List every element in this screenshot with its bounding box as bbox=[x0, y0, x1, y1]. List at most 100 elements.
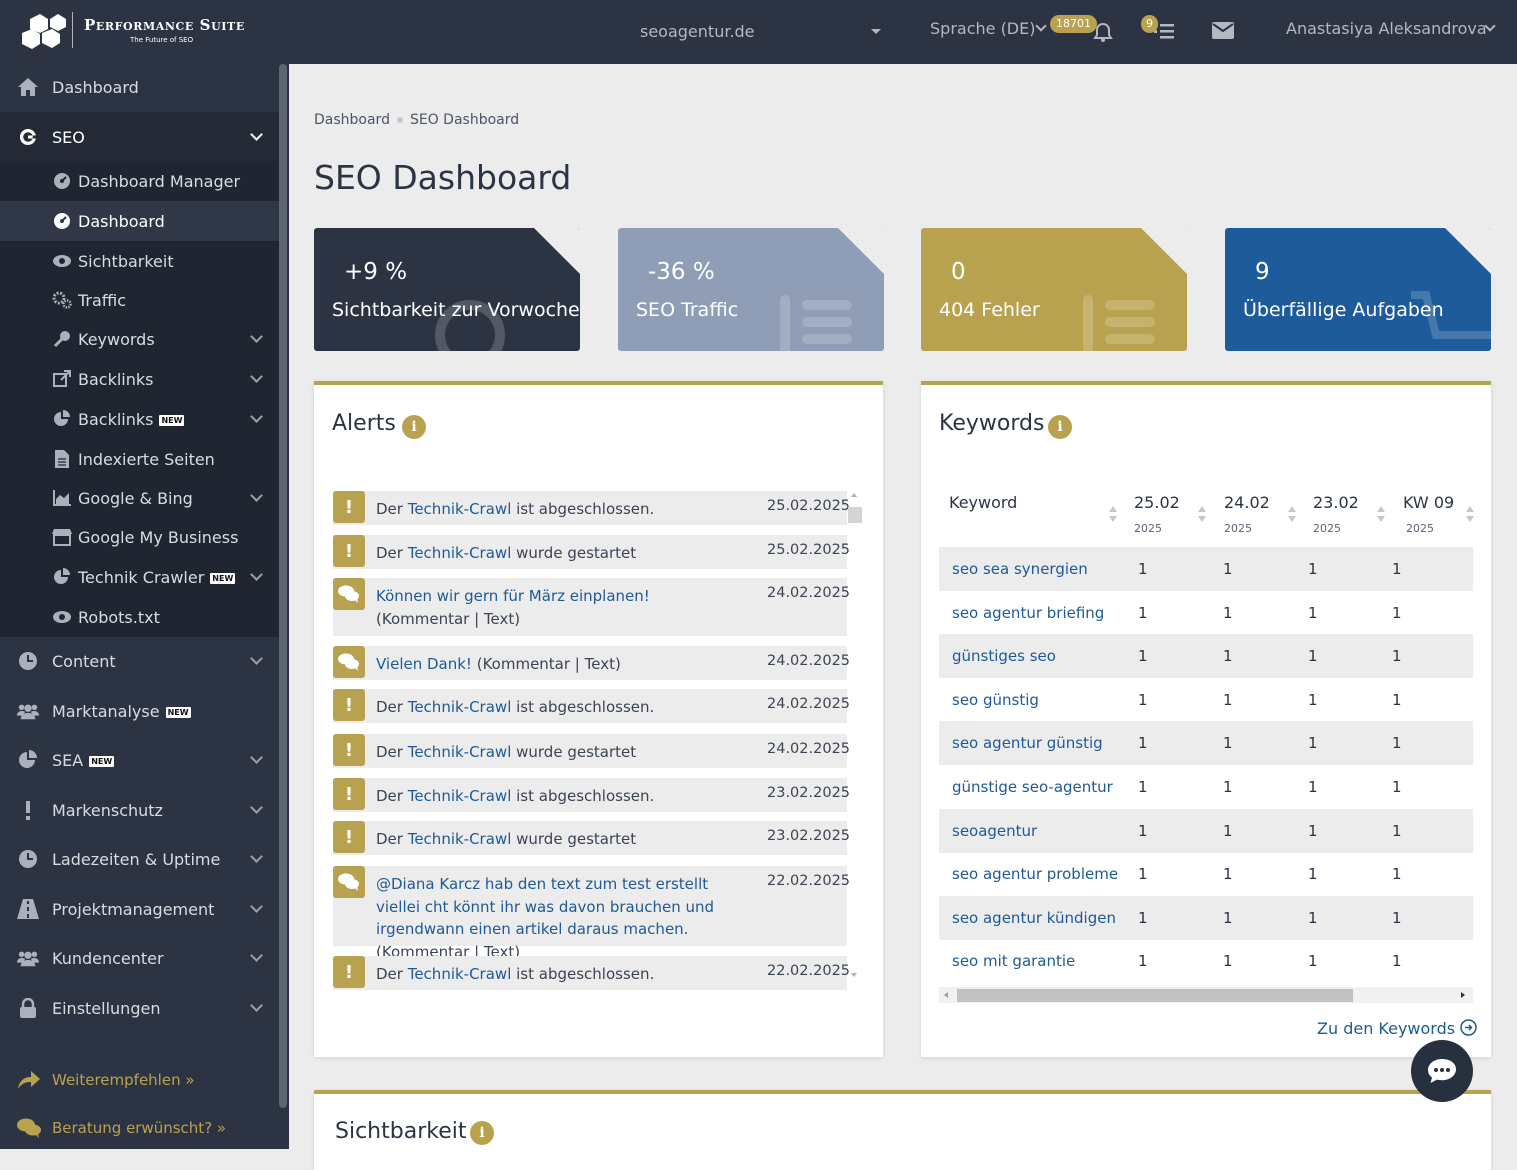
sidebar-item-markenschutz[interactable]: Markenschutz bbox=[0, 785, 279, 835]
tasks-badge[interactable]: 9 bbox=[1141, 15, 1158, 33]
alert-link[interactable]: Technik-Crawl bbox=[408, 965, 512, 983]
keyword-link[interactable]: seo mit garantie bbox=[952, 952, 1075, 970]
keyword-link[interactable]: seo agentur probleme bbox=[952, 865, 1118, 883]
refer-link[interactable]: Weiterempfehlen » bbox=[0, 1060, 279, 1100]
chevron-down-icon[interactable] bbox=[250, 568, 263, 581]
chevron-down-icon[interactable] bbox=[250, 330, 263, 343]
chevron-down-icon[interactable] bbox=[250, 128, 263, 141]
sidebar-subitem-indexierte-seiten[interactable]: Indexierte Seiten bbox=[0, 439, 279, 479]
envelope-icon[interactable] bbox=[1212, 22, 1234, 39]
alert-link[interactable]: Können wir gern für März einplanen! bbox=[376, 587, 650, 605]
clock-icon bbox=[17, 650, 39, 672]
keywords-horizontal-scrollbar[interactable] bbox=[939, 987, 1473, 1003]
keyword-link[interactable]: seo agentur günstig bbox=[952, 734, 1103, 752]
alert-link[interactable]: Technik-Crawl bbox=[408, 743, 512, 761]
consulting-link-label[interactable]: Beratung erwünscht? » bbox=[52, 1119, 226, 1137]
column-header-date[interactable]: 25.02 bbox=[1134, 493, 1180, 512]
sidebar-subitem-google-my-business[interactable]: Google My Business bbox=[0, 517, 279, 557]
sidebar-subitem-backlinks[interactable]: Backlinks bbox=[0, 359, 279, 399]
breadcrumb-dashboard[interactable]: Dashboard bbox=[314, 112, 390, 128]
sidebar-item-marktanalyse[interactable]: Marktanalyse NEW bbox=[0, 686, 279, 736]
alert-link[interactable]: Technik-Crawl bbox=[408, 787, 512, 805]
sidebar-item-einstellungen[interactable]: Einstellungen bbox=[0, 983, 279, 1033]
chevron-down-icon[interactable] bbox=[250, 751, 263, 764]
kpi-card-tasks[interactable]: 9 Überfällige Aufgaben bbox=[1225, 228, 1491, 351]
sidebar-item-kundencenter[interactable]: Kundencenter bbox=[0, 933, 279, 983]
chevron-down-icon[interactable] bbox=[250, 900, 263, 913]
info-icon[interactable]: i bbox=[470, 1121, 494, 1145]
sort-icon[interactable] bbox=[1466, 506, 1474, 522]
sort-icon[interactable] bbox=[1377, 506, 1385, 522]
language-select[interactable]: Sprache (DE) bbox=[930, 19, 1035, 38]
keywords-panel: Keywords i Keyword 25.02 2025 24.02 2025… bbox=[921, 381, 1491, 1057]
keyword-link[interactable]: seoagentur bbox=[952, 822, 1037, 840]
column-header-date[interactable]: 24.02 bbox=[1224, 493, 1270, 512]
kpi-card-404[interactable]: 0 404 Fehler bbox=[921, 228, 1187, 351]
column-header-week[interactable]: KW 09 bbox=[1403, 493, 1454, 512]
sidebar-subitem-robots[interactable]: Robots.txt bbox=[0, 597, 279, 637]
keywords-more-link[interactable]: Zu den Keywords bbox=[1317, 1019, 1477, 1038]
chevron-down-icon[interactable] bbox=[250, 850, 263, 863]
exclamation-icon: ! bbox=[333, 778, 365, 810]
chat-button[interactable] bbox=[1411, 1040, 1473, 1102]
keyword-link[interactable]: seo günstig bbox=[952, 691, 1039, 709]
column-header-date[interactable]: 23.02 bbox=[1313, 493, 1359, 512]
sidebar-subitem-backlinks-new[interactable]: Backlinks NEW bbox=[0, 399, 279, 439]
sidebar-subitem-technik-crawler[interactable]: Technik Crawler NEW bbox=[0, 557, 279, 597]
chevron-down-icon[interactable] bbox=[250, 370, 263, 383]
chevron-down-icon[interactable] bbox=[250, 652, 263, 665]
kpi-card-traffic[interactable]: -36 % SEO Traffic bbox=[618, 228, 884, 351]
brand-logo[interactable] bbox=[20, 11, 70, 51]
domain-select[interactable]: seoagentur.de bbox=[640, 22, 755, 41]
alert-text: Der Technik-Crawl wurde gestartet bbox=[376, 828, 706, 851]
keyword-link[interactable]: günstige seo-agentur bbox=[952, 778, 1113, 796]
keyword-link[interactable]: seo agentur kündigen bbox=[952, 909, 1116, 927]
chevron-down-icon[interactable] bbox=[1035, 20, 1047, 32]
sidebar-subitem-google-bing[interactable]: Google & Bing bbox=[0, 478, 279, 518]
sidebar-item-ladezeiten[interactable]: Ladezeiten & Uptime bbox=[0, 834, 279, 884]
notifications-badge[interactable]: 18701 bbox=[1050, 15, 1097, 33]
list-icon bbox=[780, 295, 852, 351]
chevron-down-icon[interactable] bbox=[250, 949, 263, 962]
sidebar-subitem-traffic[interactable]: Traffic bbox=[0, 280, 279, 320]
sidebar-subitem-sichtbarkeit[interactable]: Sichtbarkeit bbox=[0, 241, 279, 281]
chevron-down-icon[interactable] bbox=[250, 489, 263, 502]
alert-link[interactable]: Technik-Crawl bbox=[408, 544, 512, 562]
info-icon[interactable]: i bbox=[402, 415, 426, 439]
sidebar-subitem-keywords[interactable]: Keywords bbox=[0, 319, 279, 359]
chevron-down-icon[interactable] bbox=[250, 999, 263, 1012]
chevron-down-icon[interactable] bbox=[250, 801, 263, 814]
kpi-card-visibility[interactable]: +9 % Sichtbarkeit zur Vorwoche bbox=[314, 228, 580, 351]
sidebar-subitem-dashboard[interactable]: Dashboard bbox=[0, 201, 279, 241]
sidebar-item-dashboard[interactable]: Dashboard bbox=[0, 62, 279, 112]
alert-link[interactable]: @Diana Karcz hab den text zum test erste… bbox=[376, 875, 714, 938]
caret-down-icon[interactable] bbox=[871, 29, 881, 34]
sort-icon[interactable] bbox=[1198, 506, 1206, 522]
alerts-scrollbar[interactable] bbox=[847, 493, 862, 981]
alert-link[interactable]: Technik-Crawl bbox=[408, 830, 512, 848]
sidebar-scrollbar[interactable] bbox=[279, 64, 287, 1108]
refer-link-label[interactable]: Weiterempfehlen » bbox=[52, 1071, 195, 1089]
sidebar-subitem-dashboard-manager[interactable]: Dashboard Manager bbox=[0, 161, 279, 201]
user-menu[interactable]: Anastasiya Aleksandrova bbox=[1286, 19, 1487, 38]
column-header-keyword[interactable]: Keyword bbox=[949, 493, 1017, 512]
alert-link[interactable]: Technik-Crawl bbox=[408, 698, 512, 716]
scrollbar-thumb[interactable] bbox=[957, 989, 1353, 1002]
sidebar-item-content[interactable]: Content bbox=[0, 636, 279, 686]
sort-icon[interactable] bbox=[1109, 506, 1117, 522]
table-row: günstige seo-agentur 1 1 1 1 bbox=[939, 765, 1473, 809]
sidebar-item-projektmanagement[interactable]: Projektmanagement bbox=[0, 884, 279, 934]
keyword-link[interactable]: seo agentur briefing bbox=[952, 604, 1104, 622]
keyword-link[interactable]: seo sea synergien bbox=[952, 560, 1088, 578]
cogs-icon bbox=[52, 290, 72, 310]
keyword-link[interactable]: günstiges seo bbox=[952, 647, 1056, 665]
chevron-down-icon[interactable] bbox=[250, 410, 263, 423]
table-row: seo agentur briefing 1 1 1 1 bbox=[939, 591, 1473, 635]
sidebar-item-seo[interactable]: SEO bbox=[0, 112, 279, 162]
alert-link[interactable]: Vielen Dank! bbox=[376, 655, 472, 673]
alert-link[interactable]: Technik-Crawl bbox=[408, 500, 512, 518]
sidebar-item-sea[interactable]: SEA NEW bbox=[0, 735, 279, 785]
consulting-link[interactable]: Beratung erwünscht? » bbox=[0, 1108, 279, 1148]
info-icon[interactable]: i bbox=[1048, 415, 1072, 439]
sort-icon[interactable] bbox=[1288, 506, 1296, 522]
